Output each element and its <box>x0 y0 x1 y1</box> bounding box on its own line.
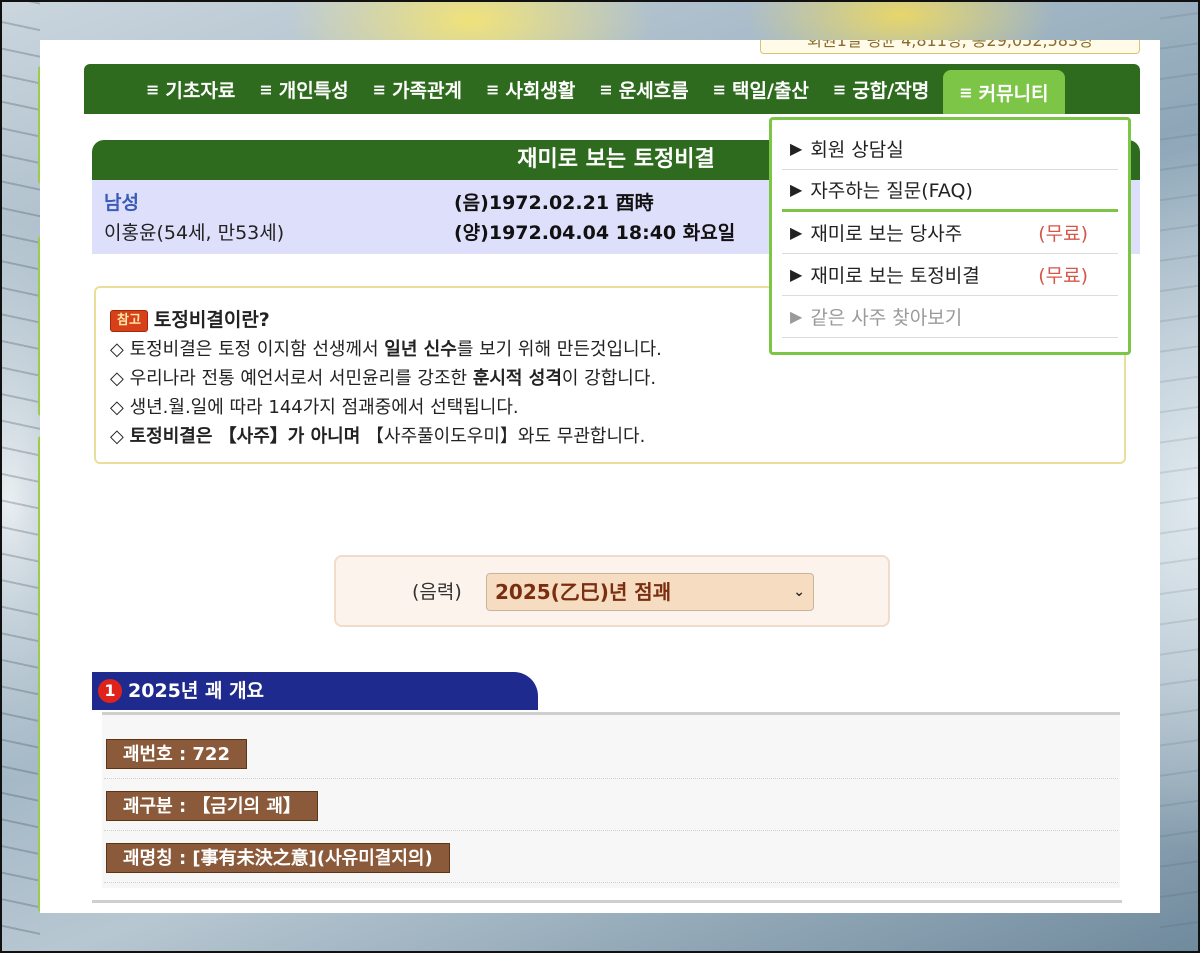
info-title: 토정비결이란? <box>153 309 270 331</box>
arrow-right-icon: ▶ <box>790 180 803 199</box>
reference-badge: 참고 <box>110 309 148 332</box>
menu-bars-icon: ≡ <box>832 79 847 99</box>
section-header: 1 2025년 괘 개요 <box>92 672 538 710</box>
free-label: (무료) <box>1038 265 1088 287</box>
info-line: ◇ 토정비결은 【사주】가 아니며 【사주풀이도우미】와도 무관합니다. <box>110 426 646 447</box>
hexagram-name-tag: 괘명칭 : [事有未決之意](사유미결지의) <box>106 843 450 873</box>
chevron-down-icon: ⌄ <box>793 584 805 600</box>
arrow-right-icon: ▶ <box>790 139 803 158</box>
nav-item-community[interactable]: ≡ 커뮤니티 <box>943 70 1065 114</box>
calendar-label: (음력) <box>412 581 462 603</box>
year-select[interactable]: 2025(乙巳)년 점괘 ⌄ <box>486 573 814 611</box>
visitor-counter: 회원1일 평균 4,811명, 총29,052,583명 <box>760 40 1140 54</box>
hexagram-category-tag: 괘구분 : 【금기의 괘】 <box>106 791 318 821</box>
free-label: (무료) <box>1038 223 1088 245</box>
community-dropdown-menu: ▶ 회원 상담실 ▶ 자주하는 질문(FAQ) ▶ 재미로 보는 당사주 (무료… <box>769 117 1131 355</box>
year-select-value: 2025(乙巳)년 점괘 <box>495 580 672 604</box>
nav-item-basic-data[interactable]: ≡ 기초자료 <box>136 67 249 111</box>
menu-item-faq[interactable]: ▶ 자주하는 질문(FAQ) <box>782 170 1118 212</box>
section-body: 괘번호 : 722 괘구분 : 【금기의 괘】 괘명칭 : [事有未決之意](사… <box>102 712 1120 888</box>
menu-bars-icon: ≡ <box>372 79 387 99</box>
year-select-panel: (음력) 2025(乙巳)년 점괘 ⌄ <box>334 555 890 627</box>
nav-item-family[interactable]: ≡ 가족관계 <box>363 67 476 111</box>
book-page-right <box>1160 0 1200 953</box>
lunar-birthdate: (음)1972.02.21 酉時 <box>454 192 654 214</box>
nav-item-personal-traits[interactable]: ≡ 개인특성 <box>249 67 362 111</box>
list-item: 괘구분 : 【금기의 괘】 <box>104 779 1118 831</box>
arrow-right-icon: ▶ <box>790 223 803 242</box>
menu-item-tojeong[interactable]: ▶ 재미로 보는 토정비결 (무료) <box>782 254 1118 296</box>
list-item: 괘번호 : 722 <box>104 727 1118 779</box>
divider <box>92 900 1122 903</box>
list-item: 괘명칭 : [事有未決之意](사유미결지의) <box>104 831 1118 883</box>
arrow-right-icon: ▶ <box>790 307 803 326</box>
nav-item-date-birth[interactable]: ≡ 택일/출산 <box>703 67 823 111</box>
menu-bars-icon: ≡ <box>599 79 613 99</box>
menu-bars-icon: ≡ <box>712 79 727 99</box>
hexagram-number-tag: 괘번호 : 722 <box>106 739 247 769</box>
menu-bars-icon: ≡ <box>959 82 973 102</box>
solar-birthdate: (양)1972.04.04 18:40 화요일 <box>454 222 736 244</box>
menu-bars-icon: ≡ <box>485 79 500 99</box>
menu-item-same-saju[interactable]: ▶ 같은 사주 찾아보기 <box>782 296 1118 338</box>
menu-bars-icon: ≡ <box>146 79 160 99</box>
gender-label: 남성 <box>104 192 139 214</box>
arrow-right-icon: ▶ <box>790 265 803 284</box>
nav-item-fortune-flow[interactable]: ≡ 운세흐름 <box>589 67 702 111</box>
nav-item-compatibility[interactable]: ≡ 궁합/작명 <box>823 67 943 111</box>
main-nav: ≡ 기초자료 ≡ 개인특성 ≡ 가족관계 ≡ 사회생활 ≡ 운세흐름 ≡ 택일/출산 ≡ 궁합… <box>84 64 1140 114</box>
section-title: 2025년 괘 개요 <box>128 680 265 702</box>
person-name: 이홍윤(54세, 만53세) <box>104 222 285 244</box>
menu-bars-icon: ≡ <box>259 79 273 99</box>
info-line: ◇ 생년.월.일에 따라 144가지 점괘중에서 선택됩니다. <box>110 397 519 418</box>
book-page-left <box>0 0 40 953</box>
nav-item-social-life[interactable]: ≡ 사회생활 <box>476 67 589 111</box>
section-number: 1 <box>98 679 122 703</box>
menu-item-dangsaju[interactable]: ▶ 재미로 보는 당사주 (무료) <box>782 212 1118 254</box>
menu-item-member-counsel[interactable]: ▶ 회원 상담실 <box>782 128 1118 170</box>
info-line: ◇ 우리나라 전통 예언서로서 서민윤리를 강조한 훈시적 성격이 강합니다. <box>110 368 657 389</box>
